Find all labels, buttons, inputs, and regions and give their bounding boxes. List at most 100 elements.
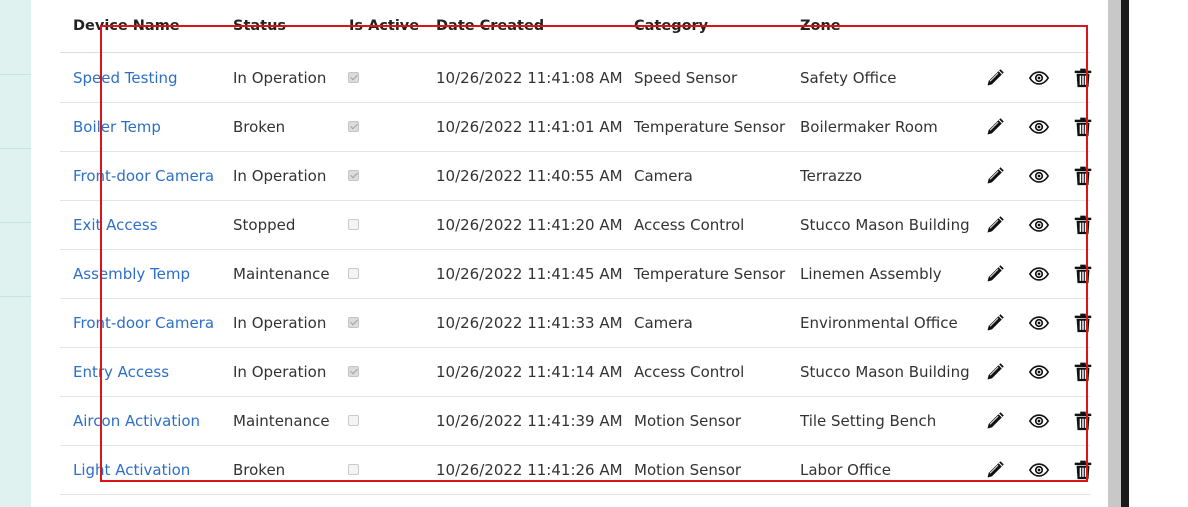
pencil-icon xyxy=(984,265,1006,289)
view-button[interactable] xyxy=(1028,263,1050,285)
date-created-text: 10/26/2022 11:41:33 AM xyxy=(436,314,623,332)
date-created-text: 10/26/2022 11:41:45 AM xyxy=(436,265,623,283)
category-text: Speed Sensor xyxy=(634,69,738,87)
device-name-link[interactable]: Aircon Activation xyxy=(73,412,200,430)
status-text: In Operation xyxy=(233,69,327,87)
view-button[interactable] xyxy=(1028,165,1050,187)
date-created-text: 10/26/2022 11:41:26 AM xyxy=(436,461,623,479)
is-active-checkbox xyxy=(348,366,359,377)
delete-button[interactable] xyxy=(1072,459,1094,481)
table-row: Assembly Temp Maintenance 10/26/2022 11:41… xyxy=(60,249,1092,299)
table-row: Speed Testing In Operation 10/26/2022 11:4… xyxy=(60,53,1092,103)
edit-button[interactable] xyxy=(984,67,1006,89)
trash-icon xyxy=(1072,411,1094,436)
edit-button[interactable] xyxy=(984,361,1006,383)
zone-text: Tile Setting Bench xyxy=(800,412,937,430)
pencil-icon xyxy=(984,363,1006,387)
edit-button[interactable] xyxy=(984,116,1006,138)
pencil-icon xyxy=(984,118,1006,142)
delete-button[interactable] xyxy=(1072,263,1094,285)
status-text: Maintenance xyxy=(233,265,330,283)
is-active-checkbox xyxy=(348,464,359,475)
category-text: Temperature Sensor xyxy=(634,118,786,136)
edit-button[interactable] xyxy=(984,459,1006,481)
category-text: Access Control xyxy=(634,363,745,381)
header-device-name[interactable]: Device Name xyxy=(73,18,180,34)
left-sidebar xyxy=(0,0,31,507)
view-button[interactable] xyxy=(1028,459,1050,481)
is-active-checkbox xyxy=(348,268,359,279)
eye-icon xyxy=(1028,169,1050,191)
is-active-checkbox xyxy=(348,72,359,83)
device-name-link[interactable]: Exit Access xyxy=(73,216,158,234)
date-created-text: 10/26/2022 11:41:01 AM xyxy=(436,118,623,136)
category-text: Motion Sensor xyxy=(634,461,742,479)
device-name-link[interactable]: Entry Access xyxy=(73,363,169,381)
table-row: Front-door Camera In Operation 10/26/2022 … xyxy=(60,298,1092,348)
table-row: Aircon Activation Maintenance 10/26/2022 1… xyxy=(60,396,1092,446)
header-category[interactable]: Category xyxy=(634,18,708,34)
header-zone[interactable]: Zone xyxy=(800,18,841,34)
view-button[interactable] xyxy=(1028,312,1050,334)
delete-button[interactable] xyxy=(1072,165,1094,187)
is-active-checkbox xyxy=(348,170,359,181)
delete-button[interactable] xyxy=(1072,361,1094,383)
trash-icon xyxy=(1072,264,1094,289)
is-active-checkbox xyxy=(348,317,359,328)
date-created-text: 10/26/2022 11:41:20 AM xyxy=(436,216,623,234)
device-name-link[interactable]: Assembly Temp xyxy=(73,265,190,283)
pencil-icon xyxy=(984,314,1006,338)
eye-icon xyxy=(1028,365,1050,387)
status-text: In Operation xyxy=(233,363,327,381)
view-button[interactable] xyxy=(1028,116,1050,138)
device-name-link[interactable]: Front-door Camera xyxy=(73,314,214,332)
vertical-scrollbar[interactable] xyxy=(1108,0,1121,507)
device-name-link[interactable]: Speed Testing xyxy=(73,69,178,87)
edit-button[interactable] xyxy=(984,165,1006,187)
category-text: Camera xyxy=(634,167,693,185)
table-row: Front-door Camera In Operation 10/26/2022 … xyxy=(60,151,1092,201)
eye-icon xyxy=(1028,267,1050,289)
eye-icon xyxy=(1028,71,1050,93)
table-row: Light Activation Broken 10/26/2022 11:41:2… xyxy=(60,445,1092,495)
category-text: Camera xyxy=(634,314,693,332)
edit-button[interactable] xyxy=(984,263,1006,285)
delete-button[interactable] xyxy=(1072,410,1094,432)
zone-text: Labor Office xyxy=(800,461,891,479)
edit-button[interactable] xyxy=(984,410,1006,432)
delete-button[interactable] xyxy=(1072,116,1094,138)
pencil-icon xyxy=(984,216,1006,240)
edit-button[interactable] xyxy=(984,214,1006,236)
date-created-text: 10/26/2022 11:41:14 AM xyxy=(436,363,623,381)
zone-text: Stucco Mason Building xyxy=(800,216,970,234)
window-edge xyxy=(1121,0,1129,507)
sidebar-divider xyxy=(0,148,31,149)
eye-icon xyxy=(1028,120,1050,142)
pencil-icon xyxy=(984,167,1006,191)
header-status[interactable]: Status xyxy=(233,18,286,34)
eye-icon xyxy=(1028,463,1050,485)
table-row: Exit Access Stopped 10/26/2022 11:41:20 AM… xyxy=(60,200,1092,250)
device-name-link[interactable]: Boiler Temp xyxy=(73,118,161,136)
trash-icon xyxy=(1072,68,1094,93)
delete-button[interactable] xyxy=(1072,312,1094,334)
device-name-link[interactable]: Light Activation xyxy=(73,461,190,479)
delete-button[interactable] xyxy=(1072,214,1094,236)
category-text: Motion Sensor xyxy=(634,412,742,430)
view-button[interactable] xyxy=(1028,410,1050,432)
view-button[interactable] xyxy=(1028,361,1050,383)
date-created-text: 10/26/2022 11:40:55 AM xyxy=(436,167,623,185)
delete-button[interactable] xyxy=(1072,67,1094,89)
header-date-created[interactable]: Date Created xyxy=(436,18,544,34)
trash-icon xyxy=(1072,166,1094,191)
view-button[interactable] xyxy=(1028,214,1050,236)
zone-text: Terrazzo xyxy=(800,167,863,185)
device-name-link[interactable]: Front-door Camera xyxy=(73,167,214,185)
is-active-checkbox xyxy=(348,219,359,230)
edit-button[interactable] xyxy=(984,312,1006,334)
view-button[interactable] xyxy=(1028,67,1050,89)
header-is-active[interactable]: Is Active xyxy=(349,18,419,34)
sidebar-divider xyxy=(0,296,31,297)
zone-text: Linemen Assembly xyxy=(800,265,942,283)
table-row: Entry Access In Operation 10/26/2022 11:41… xyxy=(60,347,1092,397)
